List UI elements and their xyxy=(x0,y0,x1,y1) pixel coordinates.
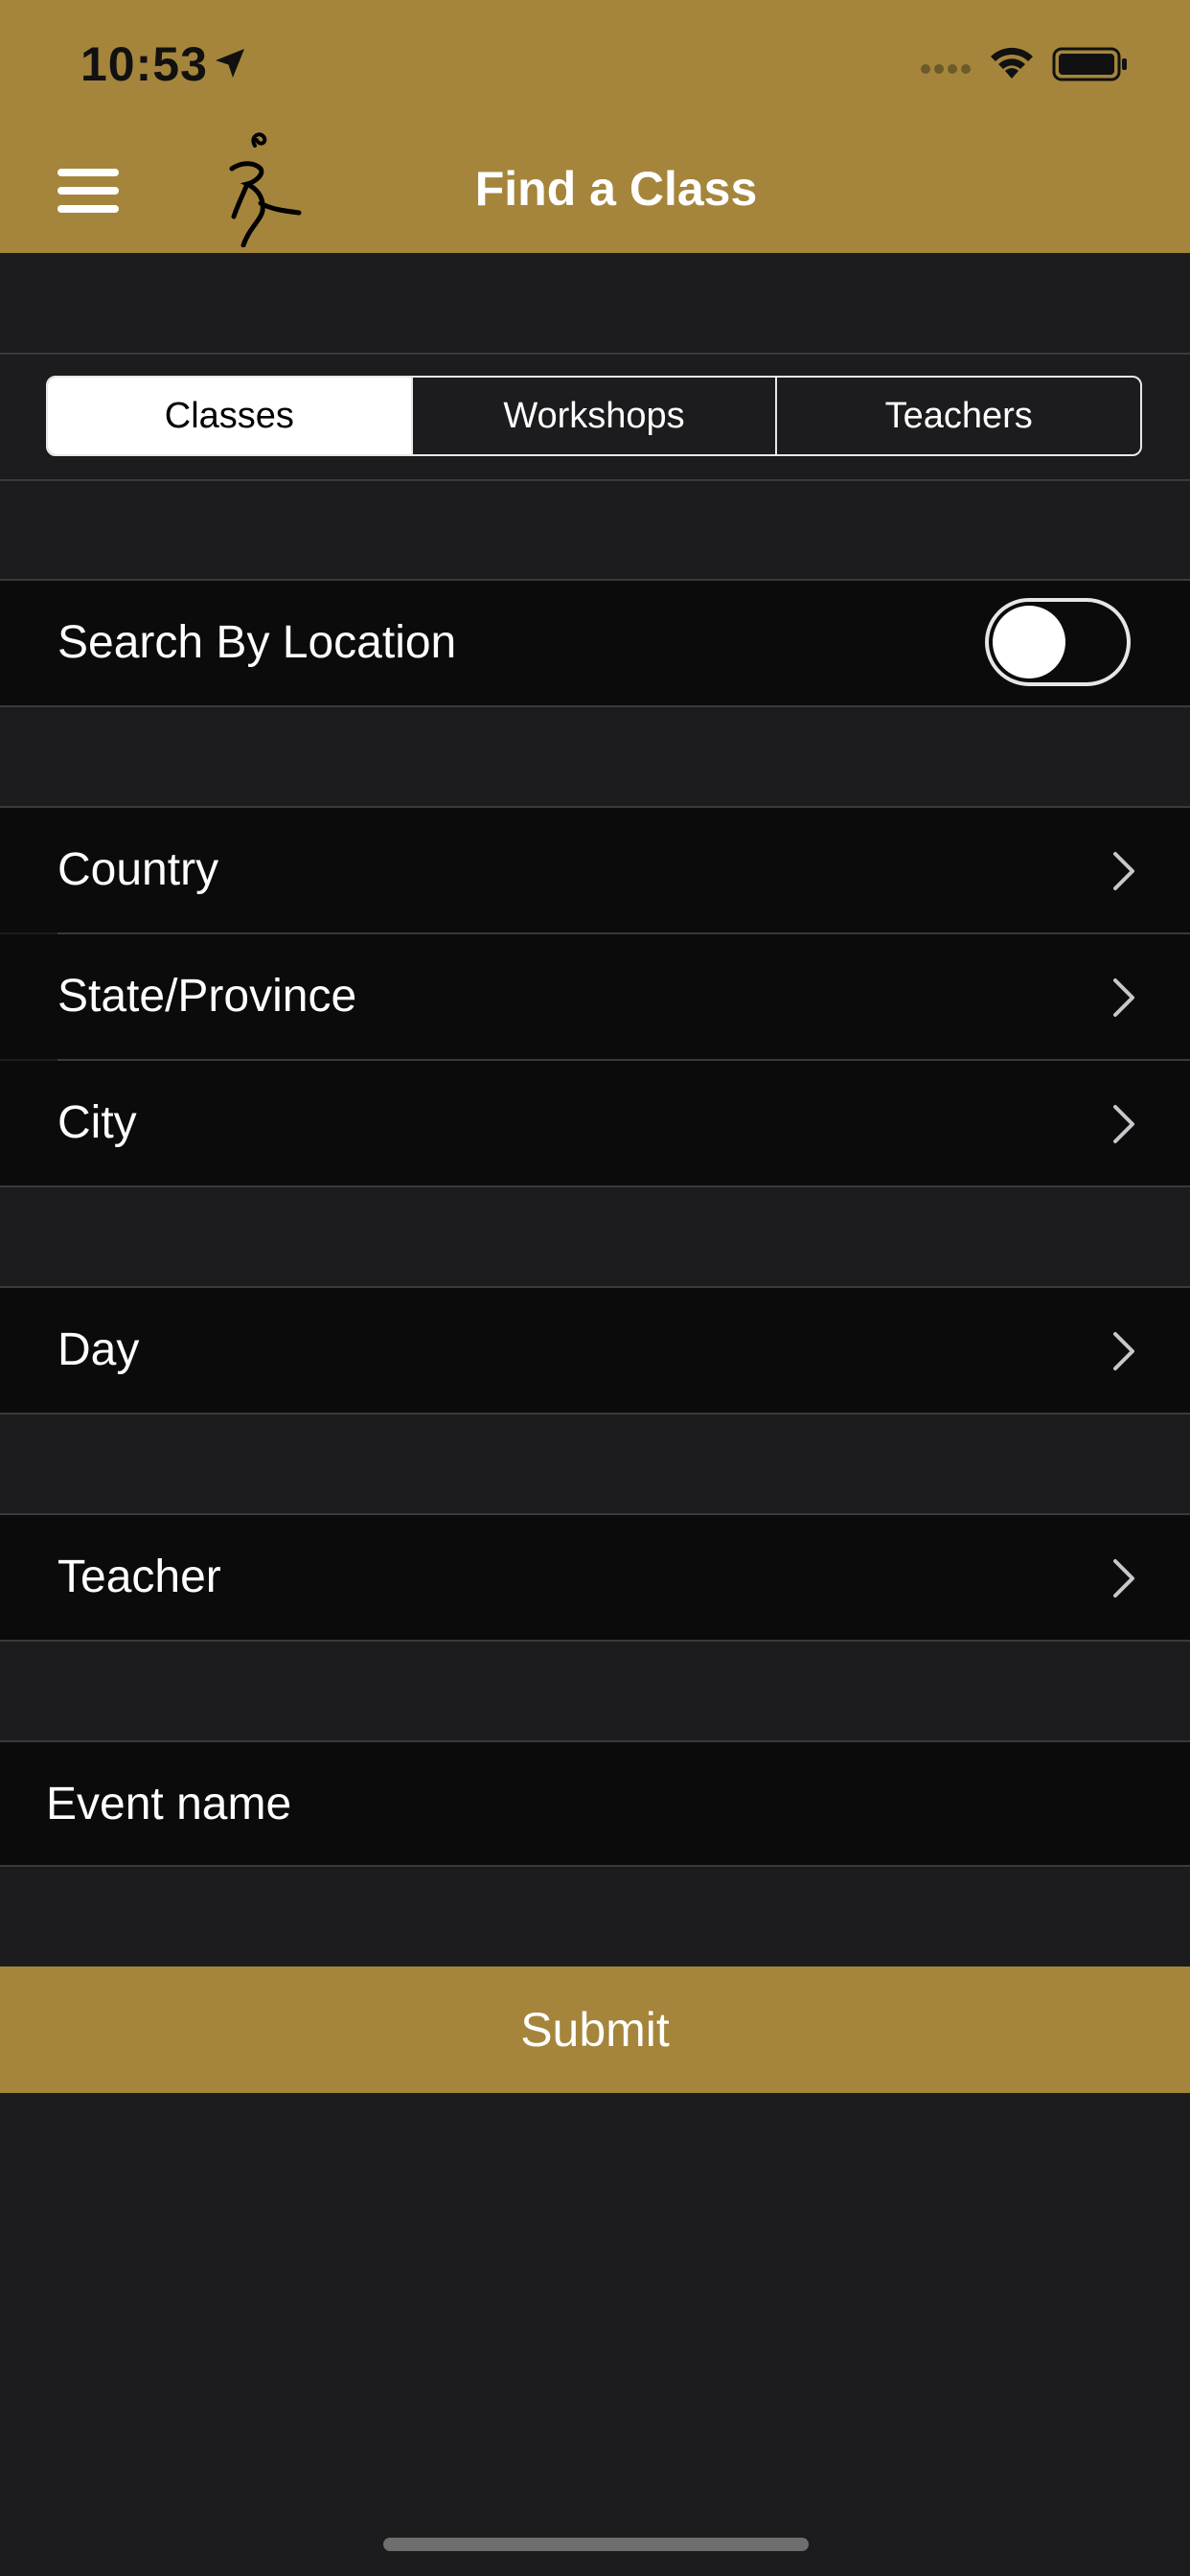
search-by-location-toggle[interactable] xyxy=(985,598,1131,686)
divider xyxy=(0,1185,1190,1187)
chevron-right-icon xyxy=(1113,1559,1134,1598)
city-row[interactable]: City xyxy=(0,1061,1190,1185)
status-time: 10:53 xyxy=(80,37,208,91)
signal-icon xyxy=(921,64,971,74)
segment-teachers[interactable]: Teachers xyxy=(775,378,1140,454)
country-label: Country xyxy=(57,844,219,895)
segment-classes[interactable]: Classes xyxy=(48,378,411,454)
country-row[interactable]: Country xyxy=(0,808,1190,932)
chevron-right-icon xyxy=(1113,852,1134,890)
navigation-bar: Find a Class xyxy=(0,125,1190,253)
state-province-row[interactable]: State/Province xyxy=(0,934,1190,1059)
divider xyxy=(0,1640,1190,1642)
divider xyxy=(0,705,1190,707)
segmented-control: Classes Workshops Teachers xyxy=(46,376,1142,456)
toggle-knob xyxy=(993,606,1065,678)
page-title: Find a Class xyxy=(474,162,758,216)
location-arrow-icon xyxy=(216,49,244,78)
battery-icon xyxy=(1052,47,1127,81)
event-name-input[interactable] xyxy=(0,1742,1190,1865)
search-by-location-row: Search By Location xyxy=(0,581,1190,705)
wifi-icon xyxy=(991,47,1033,79)
divider xyxy=(0,1413,1190,1414)
home-indicator xyxy=(383,2538,809,2551)
chevron-right-icon xyxy=(1113,1332,1134,1370)
submit-button[interactable]: Submit xyxy=(0,1966,1190,2093)
divider xyxy=(0,479,1190,481)
state-province-label: State/Province xyxy=(57,971,357,1022)
search-by-location-label: Search By Location xyxy=(57,617,457,668)
chevron-right-icon xyxy=(1113,1105,1134,1143)
chevron-right-icon xyxy=(1113,978,1134,1017)
day-row[interactable]: Day xyxy=(0,1288,1190,1413)
divider xyxy=(0,353,1190,355)
day-label: Day xyxy=(57,1324,140,1375)
city-label: City xyxy=(57,1097,137,1148)
divider xyxy=(0,1865,1190,1867)
teacher-label: Teacher xyxy=(57,1552,221,1602)
segment-workshops[interactable]: Workshops xyxy=(410,378,776,454)
teacher-row[interactable]: Teacher xyxy=(0,1515,1190,1640)
status-bar: 10:53 xyxy=(0,0,1190,125)
